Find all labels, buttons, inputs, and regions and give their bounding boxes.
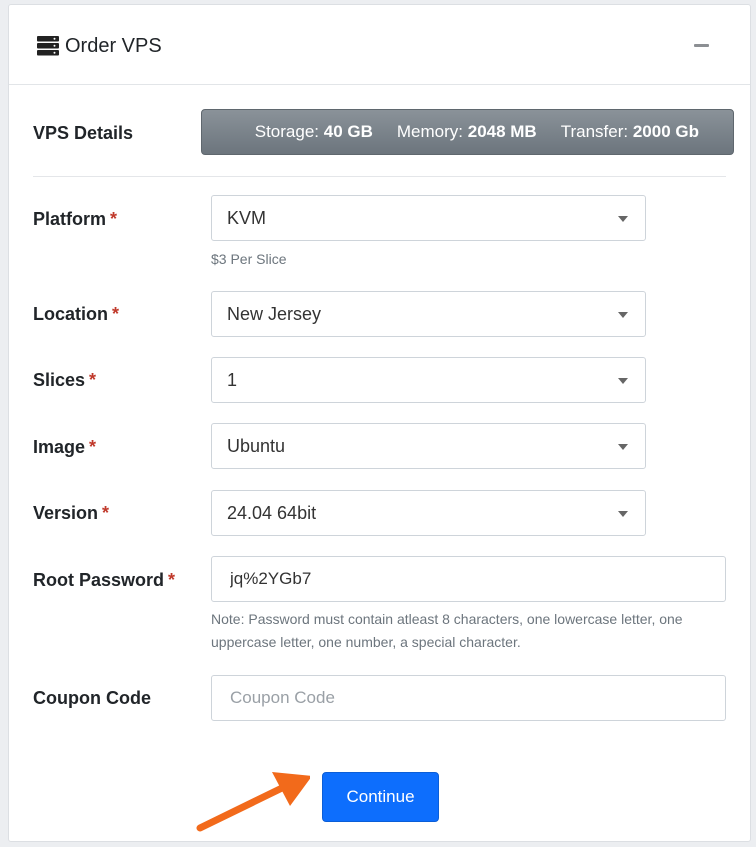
location-select[interactable]: New Jersey (211, 291, 646, 337)
platform-help: $3 Per Slice (211, 251, 287, 267)
vps-details-label: VPS Details (33, 123, 134, 143)
password-note: Note: Password must contain atleast 8 ch… (211, 611, 683, 650)
chevron-down-icon (618, 444, 628, 450)
vps-details-row: VPS Details Storage: 40 GB Memory: 2048 … (33, 109, 738, 159)
chevron-down-icon (618, 511, 628, 517)
root-password-input[interactable] (211, 556, 726, 602)
slices-label: Slices * (33, 370, 97, 390)
chevron-down-icon (618, 216, 628, 222)
minimize-icon[interactable] (692, 35, 712, 55)
version-select[interactable]: 24.04 64bit (211, 490, 646, 536)
location-label: Location * (33, 304, 120, 324)
chevron-down-icon (618, 378, 628, 384)
version-label: Version * (33, 503, 110, 523)
chevron-down-icon (618, 312, 628, 318)
platform-select[interactable]: KVM (211, 195, 646, 241)
root-password-label: Root Password * (33, 570, 176, 590)
coupon-code-input[interactable] (211, 675, 726, 721)
vps-details-bar: Storage: 40 GB Memory: 2048 MB Transfer:… (201, 109, 734, 155)
platform-label: Platform * (33, 209, 118, 229)
coupon-code-label: Coupon Code (33, 688, 151, 708)
image-select[interactable]: Ubuntu (211, 423, 646, 469)
order-vps-card: Order VPS VPS Details Storage: 40 GB Mem… (8, 4, 751, 842)
continue-button[interactable]: Continue (322, 772, 439, 822)
slices-select[interactable]: 1 (211, 357, 646, 403)
page-title: Order VPS (65, 35, 162, 57)
arrow-annotation-icon (196, 772, 310, 832)
image-label: Image * (33, 437, 97, 457)
divider (33, 176, 726, 177)
storage-spec: Storage: 40 GB (254, 122, 373, 141)
transfer-spec: Transfer: 2000 Gb (560, 122, 699, 141)
server-icon (37, 36, 59, 56)
card-header: Order VPS (9, 5, 750, 85)
memory-spec: Memory: 2048 MB (396, 122, 537, 141)
